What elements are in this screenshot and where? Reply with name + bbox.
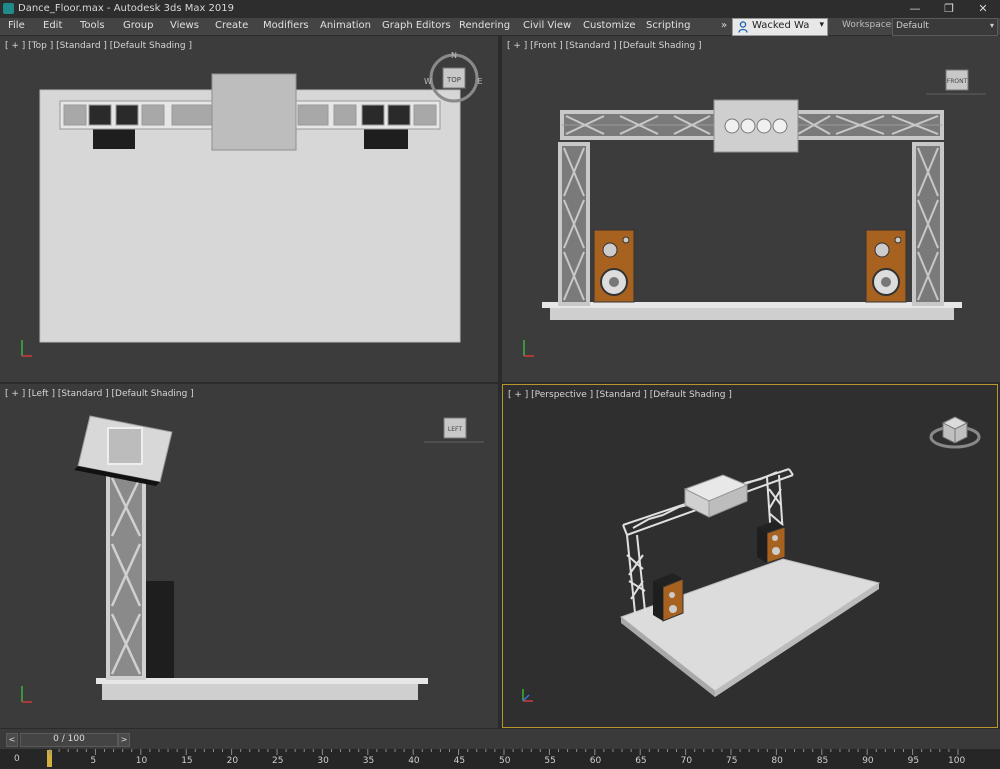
- light-box-left[interactable]: [74, 415, 173, 486]
- track-tick-label: 70: [680, 756, 693, 766]
- speaker-left-view[interactable]: [146, 581, 174, 678]
- track-tick-label: 75: [726, 756, 738, 766]
- user-account-dropdown[interactable]: Wacked Wa ▾: [732, 18, 828, 36]
- menu-scripting[interactable]: Scripting: [646, 20, 690, 31]
- menu-group[interactable]: Group: [123, 20, 153, 31]
- menu-modifiers[interactable]: Modifiers: [263, 20, 309, 31]
- speaker-right-front[interactable]: [865, 229, 907, 303]
- viewport-front[interactable]: [ + ] [Front ] [Standard ] [Default Shad…: [502, 36, 1000, 382]
- track-tick-label: 10: [135, 756, 148, 766]
- chevron-down-icon: ▾: [989, 21, 994, 30]
- stage-base-left[interactable]: [102, 684, 418, 700]
- track-tick-label: 80: [771, 756, 783, 766]
- close-button[interactable]: ✕: [966, 0, 1000, 18]
- viewcube-label: TOP: [446, 76, 461, 84]
- axis-gizmo-icon: [523, 340, 534, 357]
- time-slider-bar: < 0 / 100 >: [0, 729, 1000, 749]
- viewport-label-top[interactable]: [ + ] [Top ] [Standard ] [Default Shadin…: [5, 41, 192, 51]
- speaker-left-front[interactable]: [593, 229, 635, 303]
- axis-gizmo-icon: [21, 686, 32, 703]
- track-tick-label: 95: [907, 756, 920, 766]
- truss-left[interactable]: [106, 470, 146, 680]
- menu-animation[interactable]: Animation: [320, 20, 371, 31]
- track-tick-label: 25: [272, 756, 284, 766]
- time-next-button[interactable]: >: [118, 733, 130, 747]
- workspaces-label: Workspaces:: [842, 20, 899, 30]
- minimize-button[interactable]: —: [898, 0, 932, 18]
- track-tick-label: 40: [408, 756, 420, 766]
- time-slider[interactable]: 0 / 100: [20, 733, 118, 747]
- light-box-front[interactable]: [713, 99, 799, 153]
- track-bar[interactable]: 0 5 10 15 20 25 30 35 40 45 50 55 60 65 70 75 80 85 90 95 1…: [0, 749, 1000, 769]
- viewport-left[interactable]: [ + ] [Left ] [Standard ] [Default Shadi…: [0, 384, 498, 728]
- axis-gizmo-icon: [522, 689, 533, 702]
- viewport-perspective[interactable]: [ + ] [Perspective ] [Standard ] [Defaul…: [502, 384, 998, 728]
- compass-east: E: [477, 77, 482, 86]
- track-tick-label: 60: [589, 756, 602, 766]
- track-tick-label: 35: [362, 756, 375, 766]
- speaker-left-perspective[interactable]: [653, 573, 684, 622]
- viewport-label-left[interactable]: [ + ] [Left ] [Standard ] [Default Shadi…: [5, 389, 194, 399]
- time-slider-value: 0 / 100: [53, 734, 85, 744]
- title-bar: Dance_Floor.max - Autodesk 3ds Max 2019 …: [0, 0, 1000, 18]
- speaker-right-perspective[interactable]: [757, 521, 786, 564]
- menu-customize[interactable]: Customize: [583, 20, 636, 31]
- menu-edit[interactable]: Edit: [43, 20, 62, 31]
- maximize-button[interactable]: ❐: [932, 0, 966, 18]
- time-prev-button[interactable]: <: [6, 733, 18, 747]
- user-icon: [738, 21, 748, 33]
- track-tick-label: 20: [226, 756, 239, 766]
- menu-create[interactable]: Create: [215, 20, 248, 31]
- app-logo-icon: [3, 3, 14, 14]
- menu-rendering[interactable]: Rendering: [459, 20, 510, 31]
- viewcube-perspective[interactable]: [929, 416, 981, 449]
- track-tick-label: 15: [181, 756, 193, 766]
- compass-north: N: [451, 51, 457, 60]
- menu-overflow-icon[interactable]: »: [721, 20, 727, 31]
- track-tick-label: 5: [90, 756, 97, 766]
- viewcube-left[interactable]: LEFT: [424, 417, 484, 443]
- workspaces-select[interactable]: Default ▾: [892, 18, 998, 36]
- viewport-top[interactable]: [ + ] [Top ] [Standard ] [Default Shadin…: [0, 36, 498, 382]
- track-tick-label: 85: [816, 756, 829, 766]
- menu-graph-editors[interactable]: Graph Editors: [382, 20, 451, 31]
- track-tick-label: 100: [948, 756, 966, 766]
- menu-civil-view[interactable]: Civil View: [523, 20, 571, 31]
- window-title: Dance_Floor.max - Autodesk 3ds Max 2019: [18, 3, 235, 14]
- stage-base-front[interactable]: [550, 308, 954, 320]
- track-tick-label: 50: [499, 756, 511, 766]
- axis-gizmo-icon: [21, 340, 32, 357]
- light-box-top[interactable]: [211, 73, 297, 151]
- track-tick-label: 45: [453, 756, 466, 766]
- viewcube-label: LEFT: [448, 426, 462, 433]
- track-tick-label: 90: [862, 756, 874, 766]
- track-tick-label: 55: [544, 756, 556, 766]
- menu-tools[interactable]: Tools: [80, 20, 105, 31]
- workspaces-value: Default: [896, 21, 929, 31]
- viewport-label-front[interactable]: [ + ] [Front ] [Standard ] [Default Shad…: [507, 41, 702, 51]
- user-name: Wacked Wa: [752, 20, 810, 31]
- viewport-label-perspective[interactable]: [ + ] [Perspective ] [Standard ] [Defaul…: [508, 390, 732, 400]
- viewcube-label: FRONT: [947, 78, 968, 85]
- menu-file[interactable]: File: [8, 20, 25, 31]
- track-tick-label: 65: [635, 756, 647, 766]
- chevron-down-icon: ▾: [819, 20, 824, 30]
- compass-west: W: [424, 77, 432, 86]
- menu-views[interactable]: Views: [170, 20, 199, 31]
- stage-top-front[interactable]: [542, 302, 962, 308]
- track-tick-label: 30: [317, 756, 329, 766]
- viewcube-front[interactable]: FRONT: [926, 69, 986, 95]
